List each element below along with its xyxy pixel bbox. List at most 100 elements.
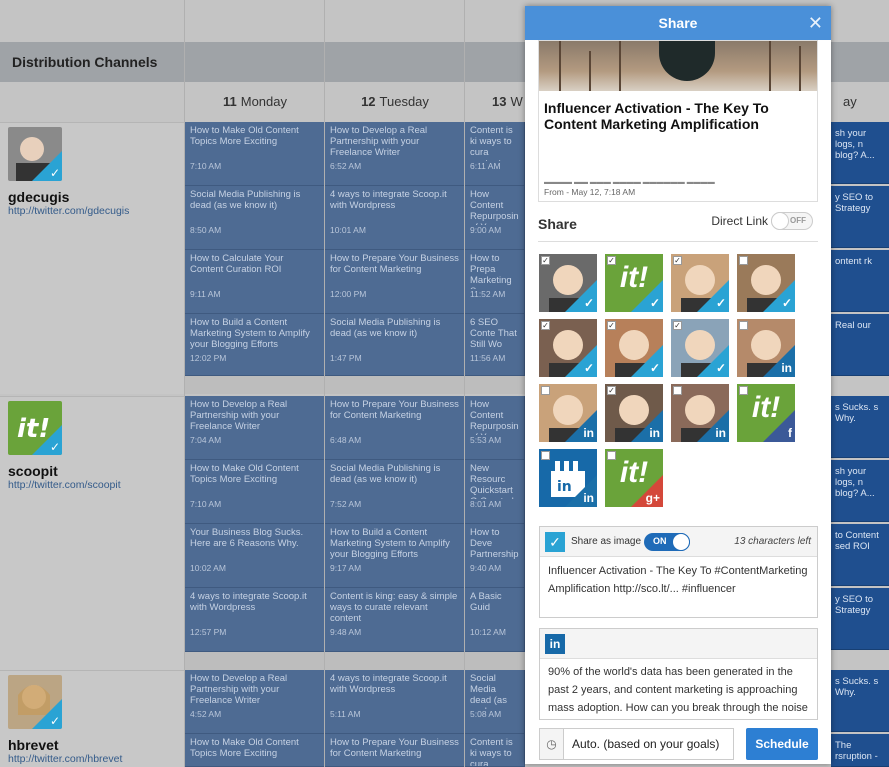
post-title: How to Calculate Your Content Curation R… [190,253,284,275]
account-tile[interactable]: it! f [737,384,795,442]
scheduled-post-cell[interactable]: Real our [831,314,889,376]
account-tile[interactable]: ✓ ✓ [605,319,663,377]
account-checkbox[interactable] [673,386,682,395]
scheduled-post-cell[interactable]: Content is ki ways to cura content6:11 A… [465,122,525,186]
scheduled-post-cell[interactable]: How to Build a Content Marketing System … [325,524,465,588]
scheduled-post-cell[interactable]: Social Media dead (as we k5:08 AM [465,670,525,734]
account-tile[interactable]: it! ✓ ✓ [605,254,663,312]
profile-hbrevet[interactable]: ✓ hbrevet http://twitter.com/hbrevet [0,670,184,767]
scheduled-post-cell[interactable]: Social Media Publishing is dead (as we k… [185,186,325,250]
scheduled-post-cell[interactable]: How to Make Old Content Topics More Exci… [185,460,325,524]
schedule-button[interactable]: Schedule [746,728,818,760]
scheduled-post-cell[interactable]: Your Business Blog Sucks. Here are 6 Rea… [185,524,325,588]
scheduled-post-cell[interactable]: Content is king: easy & simple ways to c… [325,588,465,652]
profile-url[interactable]: http://twitter.com/gdecugis [8,205,129,217]
scheduled-post-cell[interactable]: s Sucks. s Why. [831,396,889,458]
scheduled-post-cell[interactable]: How to Develop a Real Partnership with y… [185,670,325,734]
scheduled-post-cell[interactable]: New Resourc Quickstart G Curated Cont8:0… [465,460,525,524]
post-time: 11:52 AM [470,289,506,299]
scheduled-post-cell[interactable]: 4 ways to integrate Scoop.it with Wordpr… [325,186,465,250]
twitter-icon: ✓ [649,296,660,310]
post-time: 10:02 AM [190,563,226,573]
schedule-mode-select[interactable]: Auto. (based on your goals) [563,728,734,760]
profile-url[interactable]: http://twitter.com/hbrevet [8,753,122,765]
twitter-message-textarea[interactable]: Influencer Activation - The Key To #Cont… [540,557,817,603]
account-tile[interactable]: it! g+ [605,449,663,507]
account-checkbox[interactable] [739,321,748,330]
scheduled-post-cell[interactable]: 6 SEO Conte That Still Wo 11:56 AM [465,314,525,376]
account-checkbox[interactable]: ✓ [673,256,682,265]
scheduled-post-cell[interactable]: y SEO to Strategy [831,186,889,248]
account-checkbox[interactable]: ✓ [673,321,682,330]
scheduled-post-cell[interactable]: How to Make Old Content Topics More Exci… [185,122,325,186]
scheduled-post-cell[interactable]: How to Build a Content Marketing System … [185,314,325,376]
account-checkbox[interactable]: ✓ [607,321,616,330]
scheduled-post-cell[interactable]: How to Deve Partnership w Freelance Wr9:… [465,524,525,588]
account-checkbox[interactable] [739,256,748,265]
account-tile[interactable]: ✓ ✓ [671,319,729,377]
scheduled-post-cell[interactable]: How to Prepare Your Business for Content… [325,396,465,460]
account-checkbox[interactable] [607,451,616,460]
scheduled-post-cell[interactable]: How to Develop a Real Partnership with y… [185,396,325,460]
post-title: Content is ki ways to cura content [470,125,513,161]
grid-line [324,0,325,767]
account-checkbox[interactable] [739,386,748,395]
account-tile[interactable]: in [737,319,795,377]
scheduled-post-cell[interactable]: Social Media Publishing is dead (as we k… [325,314,465,376]
account-tile[interactable]: ✓ ✓ [671,254,729,312]
scheduled-post-cell[interactable]: How to Develop a Real Partnership with y… [325,122,465,186]
profile-gdecugis[interactable]: ✓ gdecugis http://twitter.com/gdecugis [0,122,184,394]
post-time: 7:10 AM [190,499,222,509]
scheduled-post-cell[interactable]: sh your logs, n blog? A... [831,460,889,522]
account-tile[interactable]: ✓ ✓ [539,254,597,312]
account-tile[interactable]: in [671,384,729,442]
account-checkbox[interactable]: ✓ [607,256,616,265]
share-as-image-toggle[interactable]: ON [644,533,690,551]
day-header-wednesday: 13 W [465,84,525,122]
linkedin-message-textarea[interactable]: 90% of the world's data has been generat… [540,659,817,719]
account-checkbox[interactable]: ✓ [541,321,550,330]
account-tile[interactable]: ✓ ✓ [539,319,597,377]
section-title: Distribution Channels [12,54,158,70]
scheduled-post-cell[interactable]: How to Prepare Your Business for Content… [325,734,465,767]
scheduled-post-cell[interactable]: A Basic Guid 10:12 AM [465,588,525,652]
post-title: Social Media Publishing is dead (as we k… [330,317,441,339]
profile-url[interactable]: http://twitter.com/scoopit [8,479,121,491]
profile-scoopit[interactable]: it! ✓ scoopit http://twitter.com/scoopit [0,396,184,670]
post-title: Content is king: easy & simple ways to c… [330,591,458,624]
scheduled-post-cell[interactable]: How to Prepa Marketing Sy your Bloggin11… [465,250,525,314]
schedule-bar: ◷ Auto. (based on your goals) Schedule [539,728,818,760]
scheduled-post-cell[interactable]: How Content Repurposing of Your Conte9:0… [465,186,525,250]
scheduled-post-cell[interactable]: Social Media Publishing is dead (as we k… [325,460,465,524]
post-title: How to Prepare Your Business for Content… [330,399,459,421]
scheduled-post-cell[interactable]: How to Make Old Content Topics More Exci… [185,734,325,767]
account-tile[interactable]: in in [539,449,597,507]
post-time: 4:52 AM [190,709,222,719]
close-icon[interactable]: ✕ [808,6,823,40]
scheduled-post-cell[interactable]: 4 ways to integrate Scoop.it with Wordpr… [185,588,325,652]
content-preview-card[interactable]: Influencer Activation - The Key To Conte… [538,40,818,202]
account-checkbox[interactable]: ✓ [607,386,616,395]
day-name: W [510,94,523,109]
scheduled-post-cell[interactable]: Content is ki ways to cura [465,734,525,767]
account-tile[interactable]: ✓ [737,254,795,312]
scheduled-post-cell[interactable]: y SEO to Strategy [831,588,889,650]
scheduled-post-cell[interactable]: 4 ways to integrate Scoop.it with Wordpr… [325,670,465,734]
scheduled-post-cell[interactable]: How to Prepare Your Business for Content… [325,250,465,314]
post-title: How to Build a Content Marketing System … [330,527,450,560]
account-checkbox[interactable] [541,451,550,460]
account-tile[interactable]: in [539,384,597,442]
direct-link-toggle[interactable]: OFF [771,212,813,230]
account-tile[interactable]: in ✓ [605,384,663,442]
scheduled-post-cell[interactable]: sh your logs, n blog? A... [831,122,889,184]
scheduled-post-cell[interactable]: The rsruption - [831,734,889,767]
modal-header: Share ✕ [525,6,831,40]
avatar: it! ✓ [8,401,62,455]
scheduled-post-cell[interactable]: How to Calculate Your Content Curation R… [185,250,325,314]
scheduled-post-cell[interactable]: How Content Repurposing of Your Conte5:5… [465,396,525,460]
scheduled-post-cell[interactable]: s Sucks. s Why. [831,670,889,732]
scheduled-post-cell[interactable]: to Content sed ROI [831,524,889,586]
scheduled-post-cell[interactable]: ontent rk [831,250,889,312]
account-checkbox[interactable]: ✓ [541,256,550,265]
account-checkbox[interactable] [541,386,550,395]
